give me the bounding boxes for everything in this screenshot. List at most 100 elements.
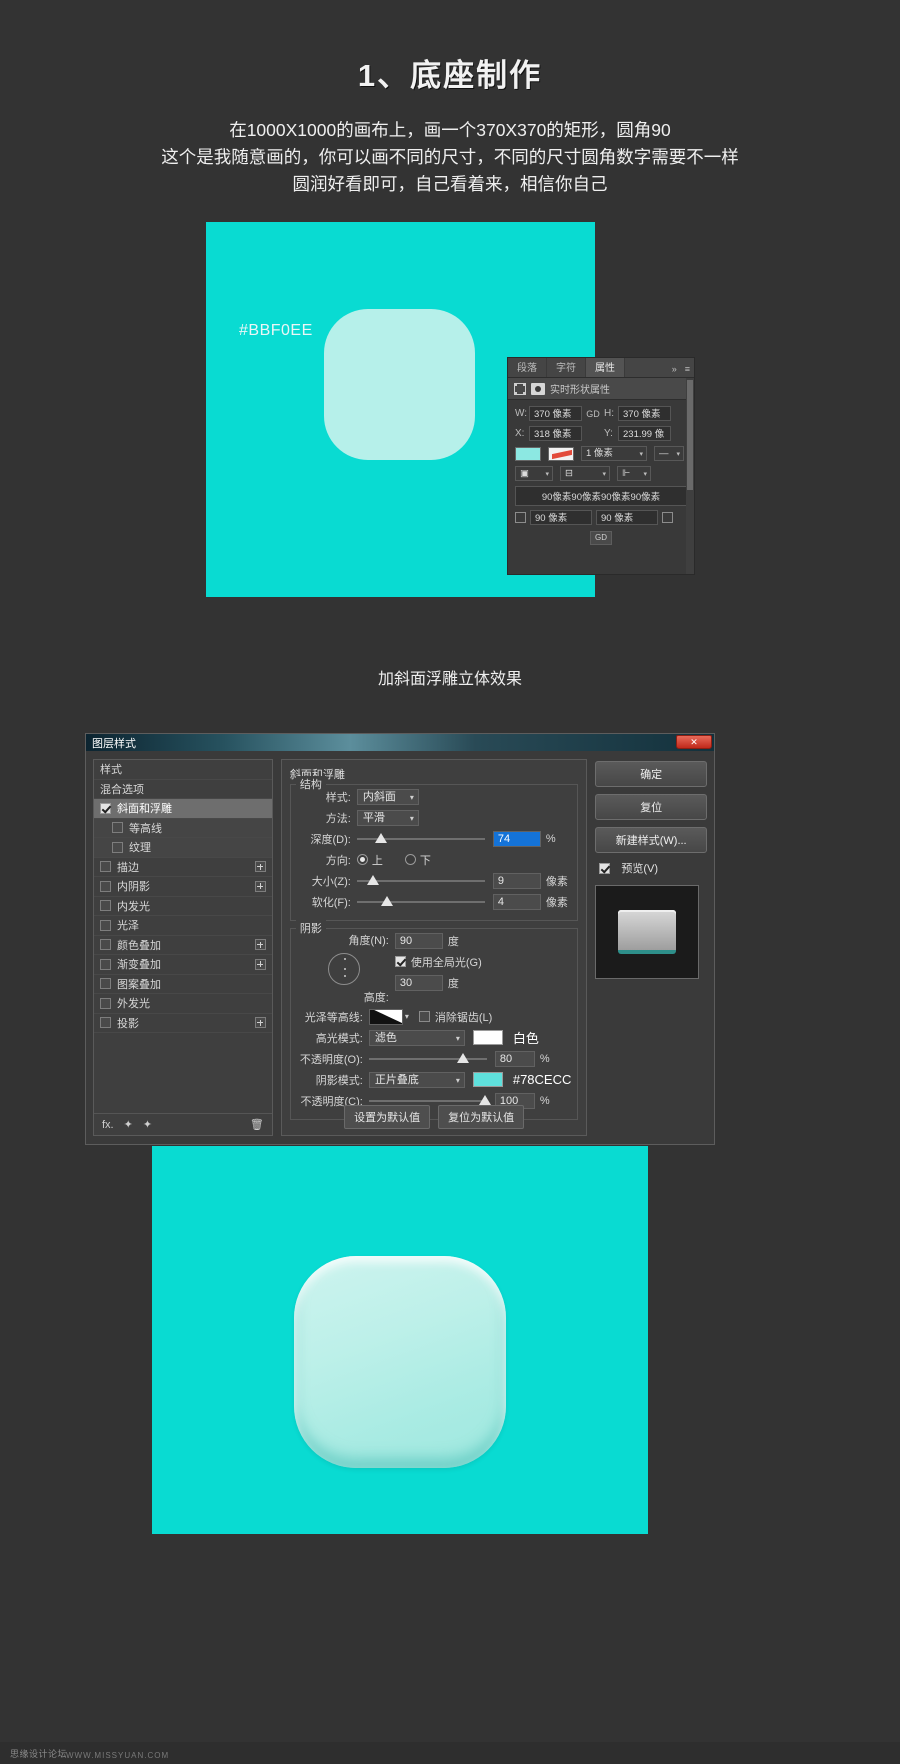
link-radii-button[interactable]: GD	[590, 531, 612, 545]
checkbox[interactable]	[100, 880, 111, 892]
checkbox[interactable]	[100, 1017, 111, 1029]
size-input[interactable]: 9	[492, 872, 541, 889]
highlight-color-swatch[interactable]	[472, 1030, 503, 1045]
soften-slider[interactable]	[356, 894, 485, 910]
checkbox[interactable]	[100, 900, 111, 912]
highlight-mode-select[interactable]: 滤色 ▾	[368, 1029, 465, 1046]
link-radii-checkbox[interactable]	[515, 512, 526, 523]
depth-input[interactable]: 74	[492, 830, 541, 847]
angle-input[interactable]: 90	[394, 932, 443, 949]
checkbox[interactable]	[112, 841, 123, 853]
direction-down-radio[interactable]	[404, 854, 416, 865]
checkbox[interactable]	[100, 919, 111, 931]
ok-button[interactable]: 确定	[595, 761, 707, 787]
slider-knob[interactable]	[380, 895, 393, 906]
scrollbar-thumb[interactable]	[687, 380, 693, 490]
add-icon[interactable]	[254, 1017, 266, 1029]
style-list-item-bevel-emboss[interactable]: 斜面和浮雕	[94, 799, 272, 819]
preview-checkbox[interactable]	[599, 862, 611, 874]
style-list[interactable]: 样式 混合选项 斜面和浮雕 等高线 纹理 描边 内阴影 内发光 光泽 颜色叠加 …	[93, 759, 273, 1136]
shadow-color-swatch[interactable]	[472, 1072, 503, 1087]
stroke-align-combo[interactable]: ▣ ▾	[515, 466, 553, 481]
style-list-item-blending-options[interactable]: 混合选项	[94, 779, 272, 799]
close-icon[interactable]: ✕	[676, 735, 712, 749]
new-style-button[interactable]: 新建样式(W)...	[595, 827, 707, 853]
tab-character[interactable]: 字符	[547, 358, 586, 377]
style-list-item-contour[interactable]: 等高线	[94, 818, 272, 838]
style-list-label: 内发光	[117, 900, 150, 913]
reset-button[interactable]: 复位	[595, 794, 707, 820]
style-list-item-color-overlay[interactable]: 颜色叠加	[94, 936, 272, 955]
fx-icon[interactable]: fx.	[102, 1119, 114, 1131]
highlight-opacity-input[interactable]: 80	[494, 1050, 535, 1067]
radius-input-1[interactable]: 90 像素	[530, 510, 592, 525]
checkbox[interactable]	[100, 958, 111, 970]
tab-paragraph[interactable]: 段落	[508, 358, 547, 377]
height-label: H:	[604, 408, 614, 419]
checkbox[interactable]	[100, 802, 111, 814]
highlight-opacity-slider[interactable]	[368, 1051, 487, 1067]
style-list-item-inner-glow[interactable]: 内发光	[94, 897, 272, 916]
stroke-width-combo[interactable]: 1 像素 ▾	[581, 446, 647, 461]
style-list-item-inner-shadow[interactable]: 内阴影	[94, 877, 272, 897]
style-list-item-drop-shadow[interactable]: 投影	[94, 1014, 272, 1033]
gloss-contour-preview[interactable]	[368, 1008, 403, 1025]
panel-menu-icon[interactable]: ≡	[681, 358, 694, 377]
global-light-checkbox[interactable]	[394, 956, 406, 967]
antialias-checkbox[interactable]	[418, 1011, 430, 1022]
layer-style-dialog[interactable]: 图层样式 ✕ 样式 混合选项 斜面和浮雕 等高线 纹理 描边 内阴影 内发光 光…	[85, 733, 715, 1145]
y-input[interactable]: 231.99 像	[618, 426, 671, 441]
properties-panel-scrollbar[interactable]	[686, 378, 694, 574]
bevel-method-select[interactable]: 平滑 ▾	[356, 809, 419, 826]
slider-knob[interactable]	[456, 1052, 469, 1063]
style-list-item-pattern-overlay[interactable]: 图案叠加	[94, 975, 272, 994]
size-slider[interactable]	[356, 873, 485, 889]
radius-input-2[interactable]: 90 像素	[596, 510, 658, 525]
radius-extra-checkbox[interactable]	[662, 512, 673, 523]
style-list-item-gradient-overlay[interactable]: 渐变叠加	[94, 955, 272, 975]
chevron-down-icon[interactable]: ▾	[405, 1012, 409, 1021]
reset-default-button[interactable]: 复位为默认值	[438, 1105, 525, 1129]
add-icon[interactable]	[254, 880, 266, 892]
properties-panel[interactable]: 段落 字符 属性 » ≡ 实时形状属性 W: 370 像素 GD H: 370 …	[507, 357, 695, 575]
checkbox[interactable]	[100, 939, 111, 951]
stroke-style-combo[interactable]: — ▾	[654, 446, 684, 461]
checkbox[interactable]	[100, 997, 111, 1009]
x-input[interactable]: 318 像素	[529, 426, 582, 441]
altitude-input[interactable]: 30	[394, 974, 443, 991]
add-icon[interactable]	[254, 958, 266, 970]
checkbox[interactable]	[112, 822, 123, 834]
checkbox[interactable]	[100, 861, 111, 873]
stroke-cap-combo[interactable]: ⊟ ▾	[560, 466, 610, 481]
style-list-item-texture[interactable]: 纹理	[94, 838, 272, 858]
stroke-corner-combo[interactable]: ⊩ ▾	[617, 466, 651, 481]
depth-slider[interactable]	[356, 831, 485, 847]
height-input[interactable]: 370 像素	[618, 406, 671, 421]
style-list-item-outer-glow[interactable]: 外发光	[94, 994, 272, 1014]
add-icon[interactable]	[254, 861, 266, 873]
tab-properties[interactable]: 属性	[586, 358, 625, 377]
link-wh-icon[interactable]: GD	[582, 409, 604, 419]
angle-dial[interactable]	[327, 953, 360, 985]
overflow-chevron-icon[interactable]: »	[668, 358, 681, 377]
style-list-item-satin[interactable]: 光泽	[94, 916, 272, 936]
stroke-color-swatch[interactable]	[548, 446, 574, 461]
style-list-item-styles[interactable]: 样式	[94, 760, 272, 780]
bevel-style-select[interactable]: 内斜面 ▾	[356, 788, 419, 805]
move-down-icon[interactable]: ✦	[143, 1118, 152, 1131]
slider-knob[interactable]	[366, 874, 379, 885]
style-list-item-stroke[interactable]: 描边	[94, 858, 272, 877]
highlight-color-annotation: 白色	[512, 1031, 539, 1046]
width-input[interactable]: 370 像素	[529, 406, 582, 421]
soften-input[interactable]: 4	[492, 893, 541, 910]
slider-knob[interactable]	[478, 1094, 491, 1105]
slider-knob[interactable]	[374, 832, 387, 843]
direction-up-radio[interactable]	[356, 854, 368, 865]
delete-icon[interactable]: 🗑	[250, 1118, 264, 1131]
shadow-mode-select[interactable]: 正片叠底 ▾	[368, 1071, 465, 1088]
checkbox[interactable]	[100, 978, 111, 990]
move-up-icon[interactable]: ✦	[124, 1118, 133, 1131]
add-icon[interactable]	[254, 939, 266, 951]
fill-color-swatch[interactable]	[515, 446, 541, 461]
set-default-button[interactable]: 设置为默认值	[344, 1105, 431, 1129]
